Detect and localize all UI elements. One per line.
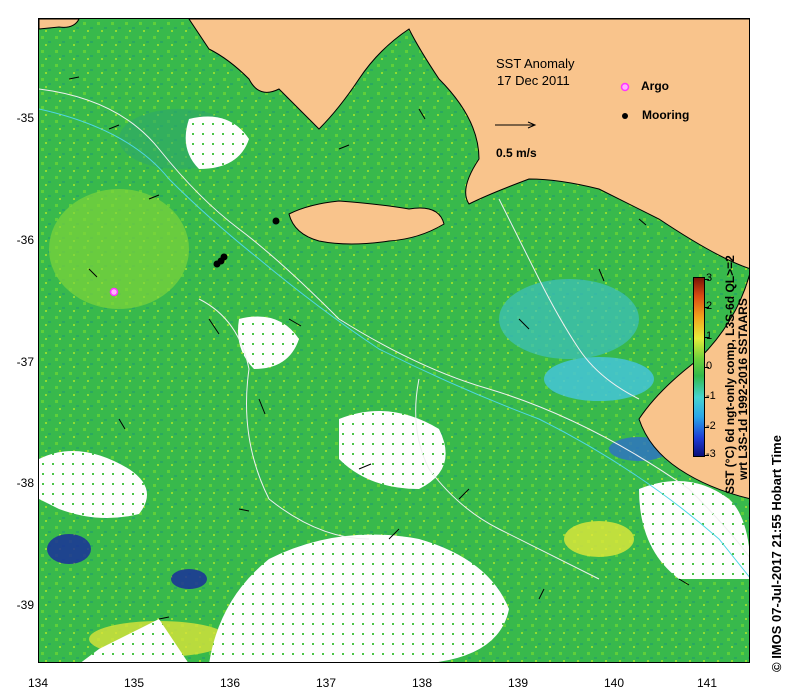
mooring-legend-label: Mooring — [642, 108, 690, 122]
colorbar — [693, 277, 705, 457]
lat-tick: -37 — [16, 355, 34, 369]
colorbar-tick: -2 — [706, 420, 716, 432]
lon-tick: 135 — [123, 676, 145, 690]
colorbar-label-line1: SST (°C) 6d ngt-only comp, L3S-6d QL>=2 — [723, 255, 737, 494]
colorbar-tick: 3 — [706, 272, 713, 284]
colorbar-tick: 0 — [706, 360, 713, 372]
map-date: 17 Dec 2011 — [497, 73, 570, 88]
lon-tick: 134 — [27, 676, 49, 690]
lon-tick: 138 — [411, 676, 433, 690]
argo-legend-label: Argo — [641, 79, 669, 93]
colorbar-tick: 2 — [706, 300, 713, 312]
velocity-scale-label: 0.5 m/s — [496, 146, 537, 160]
colorbar-tick: -3 — [706, 448, 716, 460]
argo-marker — [109, 287, 119, 297]
lon-tick: 137 — [315, 676, 337, 690]
lon-tick: 141 — [696, 676, 718, 690]
lat-tick: -36 — [16, 233, 34, 247]
lat-tick: -39 — [16, 598, 34, 612]
colorbar-tick: 1 — [706, 330, 713, 342]
lon-tick: 136 — [219, 676, 241, 690]
colorbar-label-line2: wrt L3S-1d 1992-2016 SSTAARS — [736, 298, 750, 480]
colorbar-tick: -1 — [706, 390, 716, 402]
credit-label: © IMOS 07-Jul-2017 21:55 Hobart Time — [769, 435, 784, 672]
lat-tick: -38 — [16, 476, 34, 490]
lat-tick: -35 — [16, 111, 34, 125]
map-title: SST Anomaly — [496, 56, 575, 71]
lon-tick: 139 — [507, 676, 529, 690]
mooring-marker — [272, 217, 280, 225]
mooring-legend-marker — [622, 113, 628, 119]
mooring-marker — [217, 257, 225, 265]
lon-tick: 140 — [603, 676, 625, 690]
argo-legend-marker — [620, 82, 630, 92]
